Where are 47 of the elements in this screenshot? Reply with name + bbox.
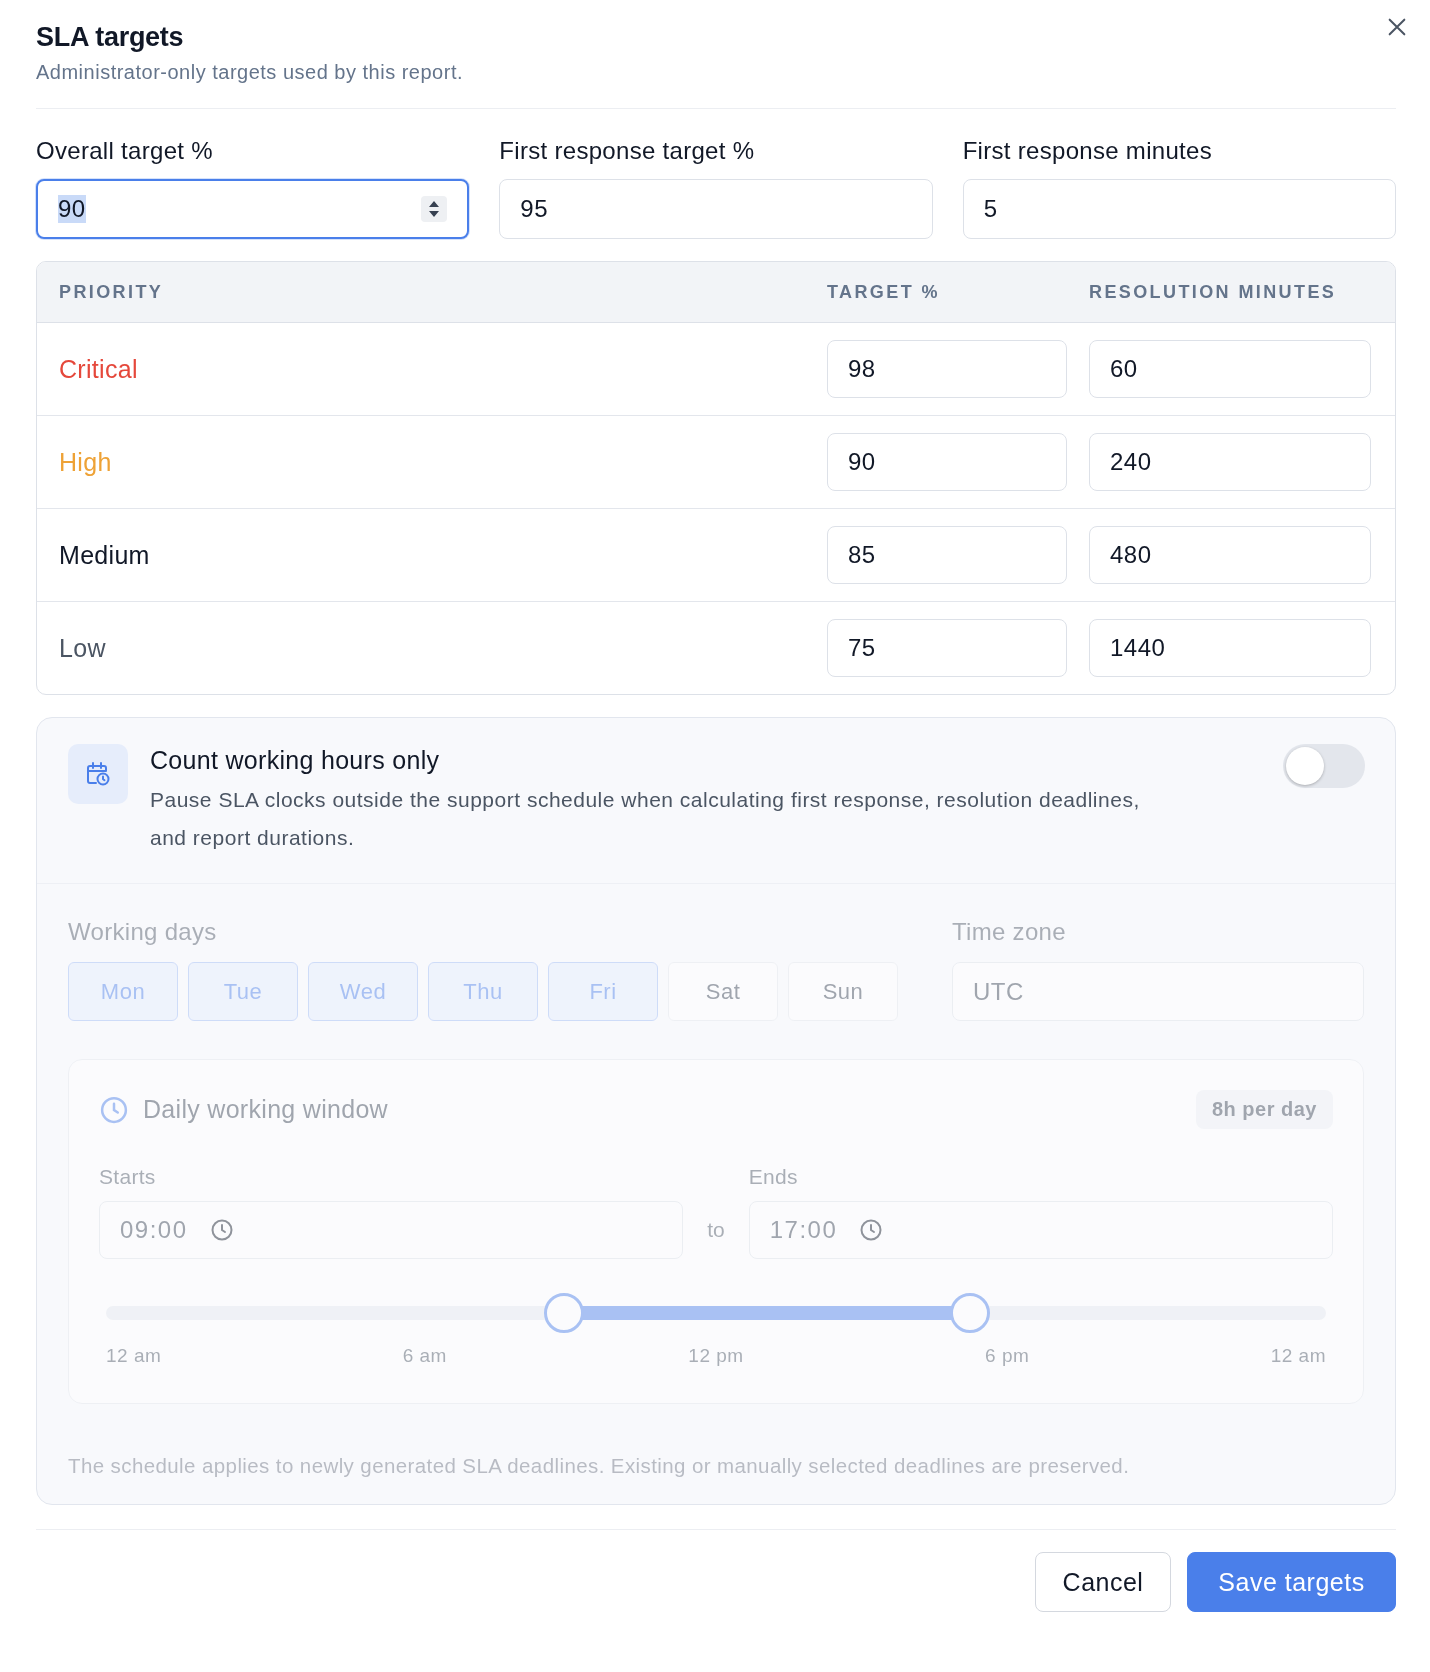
number-field[interactable]: 5 [962,179,1396,239]
schedule-note: The schedule applies to newly generated SLA deadlines. Existing or manually selected deadlines are preserved. [68,1454,1131,1478]
dialog-title: SLA targets [36,21,185,53]
save-button[interactable]: Save targets [1187,1552,1396,1612]
number-field[interactable]: 90 [36,179,470,239]
close-button[interactable] [1386,16,1408,38]
resolution-field[interactable]: 1440 [1089,619,1371,677]
field-label: Starts [99,1165,157,1189]
field-label: Overall target % [36,137,214,165]
priority-label: High [59,447,112,476]
calendar-clock-icon [68,744,128,804]
hours-badge: 8h per day [1195,1090,1333,1129]
tick-label: 12 am [1270,1345,1326,1367]
tick-label: 12 am [106,1345,162,1367]
range-separator: to [707,1217,725,1243]
cancel-button[interactable]: Cancel [1035,1552,1171,1612]
priority-label: Critical [59,354,138,383]
target-field[interactable]: 85 [827,526,1067,584]
target-field[interactable]: 75 [827,619,1067,677]
toggle-switch[interactable] [1283,744,1365,788]
group-label: Working days [68,918,218,946]
clock-icon [209,1218,234,1242]
field-label: First response minutes [962,137,1213,165]
dialog-subtitle: Administrator-only targets used by this report. [36,61,464,84]
column-header: TARGET % [827,281,941,303]
tick-label: 6 am [402,1345,447,1367]
target-field[interactable]: 90 [827,433,1067,491]
group-label: Time zone [952,918,1067,946]
resolution-field[interactable]: 60 [1089,340,1371,398]
column-header: RESOLUTION MINUTES [1089,281,1338,303]
clock-icon [859,1218,884,1242]
stepper-icon[interactable] [421,196,448,222]
card-title: Daily working window [143,1095,388,1124]
priority-label: Medium [59,540,150,569]
tick-label: 12 pm [688,1345,744,1367]
clock-icon [99,1094,129,1125]
field-label: First response target % [499,137,756,165]
setting-title: Count working hours only [150,746,441,775]
column-header: PRIORITY [59,281,165,303]
resolution-field[interactable]: 240 [1089,433,1371,491]
target-field[interactable]: 98 [827,340,1067,398]
resolution-field[interactable]: 480 [1089,526,1371,584]
priority-label: Low [59,633,106,662]
setting-description: Pause SLA clocks outside the support schedule when calculating first response, resolution deadlines, and report durations. [150,787,1141,851]
field-label: Ends [748,1165,799,1189]
number-field[interactable]: 95 [499,179,933,239]
tick-label: 6 pm [985,1345,1030,1367]
